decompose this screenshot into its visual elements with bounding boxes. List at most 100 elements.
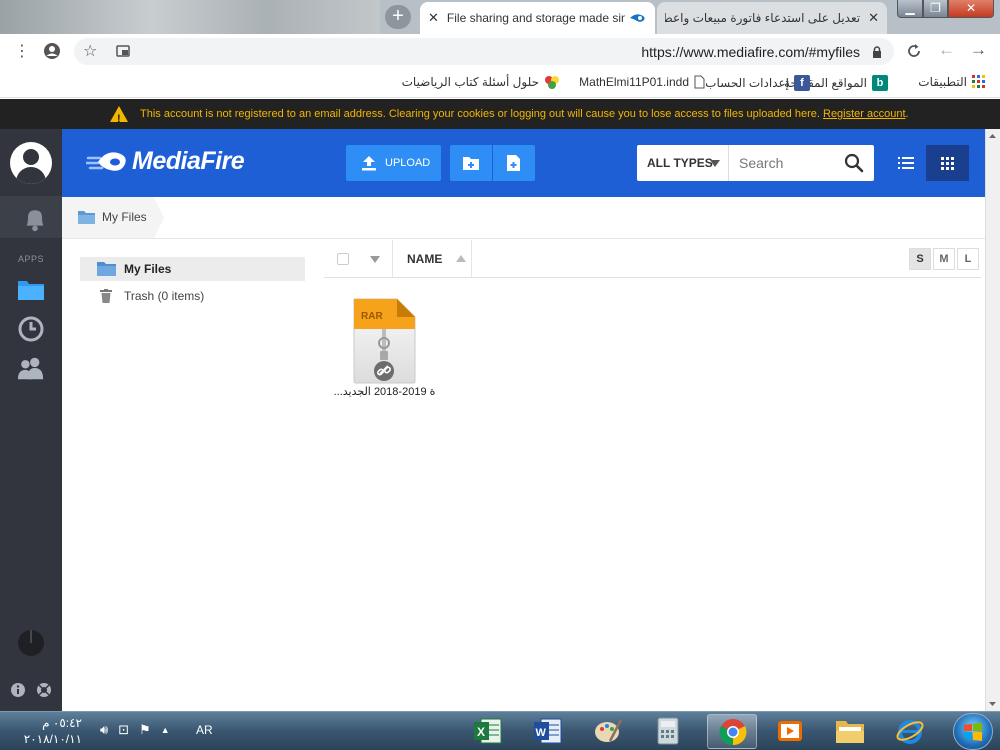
register-account-link[interactable]: Register account (823, 108, 906, 120)
column-name[interactable]: NAME (407, 252, 442, 266)
file-type-filter[interactable]: ALL TYPES (637, 145, 729, 181)
svg-text:W: W (536, 727, 547, 739)
svg-text:RAR: RAR (361, 311, 383, 322)
rar-archive-file-icon[interactable]: RAR (351, 297, 417, 385)
bookmark-label: إعدادات الحساب (705, 76, 789, 90)
mediafire-logo[interactable]: MediaFire (86, 147, 245, 176)
list-view-icon (898, 157, 914, 169)
tab-title: File sharing and storage made simple (446, 11, 625, 25)
grid-view-button[interactable] (926, 145, 969, 181)
new-tab-button[interactable]: + (385, 5, 411, 29)
apps-grid-icon (972, 75, 985, 88)
new-folder-button[interactable] (450, 145, 492, 181)
windows-logo-icon (964, 723, 982, 741)
tab-mediafire[interactable]: ✕ File sharing and storage made simple (420, 2, 655, 34)
warning-message: This account is not registered to an ema… (140, 99, 909, 129)
bookmark-label: MathElmi11P01.indd (579, 75, 689, 89)
omnibox[interactable]: ☆ https://www.mediafire.com/#myfiles (74, 38, 894, 65)
tree-label: Trash (0 items) (124, 289, 205, 303)
size-large-button[interactable]: L (957, 248, 979, 270)
cast-icon[interactable] (116, 44, 131, 59)
bookmarks-bar: التطبيقات b المواقع المقترحة f إعدادات ا… (0, 68, 1000, 98)
input-language-indicator[interactable]: AR (196, 723, 213, 737)
reload-icon[interactable] (906, 43, 922, 59)
list-view-button[interactable] (888, 145, 924, 181)
recent-clock-icon[interactable] (17, 315, 45, 343)
new-file-icon (507, 155, 520, 171)
taskbar-calculator[interactable] (643, 714, 693, 749)
forward-arrow-icon[interactable]: → (970, 40, 987, 60)
scroll-down-arrow-icon[interactable] (985, 696, 1000, 711)
select-menu-chevron-icon[interactable] (370, 256, 380, 263)
grid-view-icon (941, 157, 954, 170)
left-app-rail: APPS (0, 129, 62, 711)
window-minimize-button[interactable]: ▁ (897, 0, 923, 18)
page-icon (694, 75, 705, 89)
svg-text:X: X (477, 725, 485, 739)
search-icon[interactable] (844, 153, 864, 173)
user-avatar[interactable] (10, 142, 52, 184)
show-hidden-icons-chevron-icon[interactable]: ▲ (161, 722, 170, 738)
desktop-wallpaper-strip (0, 0, 380, 34)
taskbar-media-player[interactable] (765, 714, 815, 749)
tab-forum[interactable]: ✕ تعديل على استدعاء فاتورة مبيعات واعطاء… (657, 2, 887, 34)
action-center-flag-icon[interactable]: ⚑ (139, 722, 151, 738)
system-clock[interactable]: ٠٥:٤٢ م ٢٠١٨/١٠/١١ (18, 715, 82, 747)
lock-icon[interactable] (872, 46, 882, 58)
warning-suffix: . (905, 108, 909, 120)
close-tab-icon[interactable]: ✕ (868, 10, 879, 26)
filter-label: ALL TYPES (647, 156, 713, 170)
profile-icon[interactable] (43, 42, 61, 60)
taskbar-excel[interactable]: X (463, 714, 513, 749)
select-all-checkbox[interactable] (337, 253, 349, 265)
contacts-people-icon[interactable] (17, 354, 45, 382)
trash-icon (100, 289, 112, 303)
network-icon[interactable]: ⊡ (118, 722, 129, 738)
taskbar-file-explorer[interactable] (825, 714, 875, 749)
size-small-button[interactable]: S (909, 248, 931, 270)
bookmark-apps[interactable]: التطبيقات (918, 75, 986, 89)
back-arrow-icon[interactable]: ← (938, 40, 955, 60)
bookmark-math-solutions[interactable]: حلول أسئلة كتاب الرياضيات (402, 75, 560, 89)
mediafire-header: MediaFire UPLOAD ALL TYPES (62, 129, 985, 197)
help-lifebuoy-icon[interactable] (36, 682, 52, 698)
url-text: https://www.mediafire.com/#myfiles (641, 44, 860, 60)
taskbar-paint[interactable] (583, 714, 633, 749)
menu-kebab-icon[interactable]: ⋮ (14, 41, 30, 61)
star-bookmark-icon[interactable]: ☆ (83, 41, 97, 61)
taskbar-word[interactable]: W (523, 714, 573, 749)
page-scrollbar[interactable] (985, 129, 1000, 711)
tree-item-my-files[interactable]: My Files (80, 257, 305, 281)
facebook-icon: f (794, 75, 810, 91)
tree-label: My Files (124, 262, 172, 276)
account-warning-bar: ! This account is not registered to an e… (0, 99, 1000, 129)
new-folder-icon (463, 157, 479, 170)
media-player-icon (778, 721, 802, 741)
tree-item-trash[interactable]: Trash (0 items) (80, 284, 305, 308)
folder-app-icon[interactable] (17, 275, 45, 303)
close-tab-icon[interactable]: ✕ (428, 10, 439, 26)
taskbar-chrome[interactable] (707, 714, 757, 749)
bookmark-label: التطبيقات (918, 75, 967, 89)
windows-start-button[interactable] (953, 713, 993, 750)
taskbar-internet-explorer[interactable] (885, 714, 935, 749)
window-maximize-button[interactable]: ❐ (923, 0, 948, 18)
size-medium-button[interactable]: M (933, 248, 955, 270)
sort-ascending-icon[interactable] (456, 255, 466, 262)
storage-meter-icon[interactable] (17, 629, 45, 657)
volume-icon[interactable]: 🔊︎ (100, 722, 108, 738)
notifications-button[interactable] (0, 196, 62, 238)
bookmark-colorful-icon (545, 76, 559, 89)
new-file-button[interactable] (493, 145, 535, 181)
bookmark-account-settings[interactable]: f إعدادات الحساب (705, 75, 810, 91)
window-close-button[interactable]: ✕ (948, 0, 994, 18)
mediafire-favicon-icon (629, 13, 647, 23)
upload-button[interactable]: UPLOAD (346, 145, 441, 181)
scroll-up-arrow-icon[interactable] (985, 129, 1000, 144)
browser-tab-strip: + ✕ File sharing and storage made simple… (0, 0, 1000, 34)
file-name[interactable]: ...ة 2019-2018 الجديد (332, 385, 437, 398)
bookmark-mathelmi[interactable]: MathElmi11P01.indd (579, 75, 705, 89)
chrome-icon (719, 719, 747, 746)
info-icon[interactable] (10, 682, 26, 698)
breadcrumb-my-files[interactable]: My Files (62, 197, 164, 238)
